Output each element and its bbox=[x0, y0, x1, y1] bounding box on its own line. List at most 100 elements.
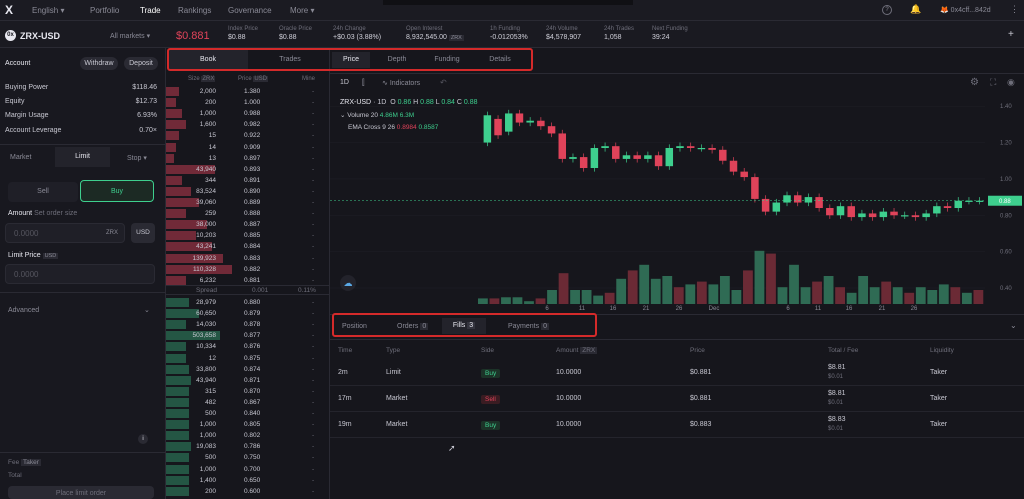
volume-bar bbox=[915, 287, 926, 304]
bid-row[interactable]: 503,658 0.877 - bbox=[166, 331, 330, 341]
bid-row[interactable]: 12 0.875 - bbox=[166, 353, 330, 363]
ask-price: 0.884 bbox=[244, 243, 261, 251]
bid-row[interactable]: 43,940 0.871 - bbox=[166, 375, 330, 385]
bid-row[interactable]: 315 0.870 - bbox=[166, 386, 330, 396]
cloud-icon[interactable]: ☁ bbox=[340, 275, 356, 291]
bid-row[interactable]: 1,000 0.805 - bbox=[166, 420, 330, 430]
ask-row[interactable]: 13 0.897 - bbox=[166, 153, 330, 163]
nav-governance[interactable]: Governance bbox=[228, 6, 272, 15]
notification-icon[interactable]: 🔔 bbox=[910, 4, 921, 15]
ask-row[interactable]: 344 0.891 - bbox=[166, 175, 330, 185]
sell-toggle[interactable]: Sell bbox=[8, 182, 78, 202]
fill-liquidity: Taker bbox=[930, 369, 948, 376]
volume-bar bbox=[961, 292, 972, 304]
ask-row[interactable]: 139,923 0.883 - bbox=[166, 253, 330, 263]
ask-row[interactable]: 15 0.922 - bbox=[166, 131, 330, 141]
bid-row[interactable]: 60,650 0.879 - bbox=[166, 309, 330, 319]
bid-row[interactable]: 1,400 0.650 - bbox=[166, 475, 330, 485]
bid-row[interactable]: 482 0.867 - bbox=[166, 397, 330, 407]
market-name[interactable]: ZRX-USD bbox=[20, 31, 60, 41]
bid-row[interactable]: 500 0.750 - bbox=[166, 453, 330, 463]
ask-depth-bar bbox=[166, 131, 180, 141]
menu-icon[interactable]: ⋮ bbox=[1010, 4, 1019, 15]
ask-mine: - bbox=[312, 210, 315, 218]
ask-row[interactable]: 1,600 0.982 - bbox=[166, 120, 330, 130]
ask-size: 259 bbox=[205, 210, 216, 218]
ask-row[interactable]: 200 1.000 - bbox=[166, 98, 330, 108]
amount-input[interactable]: 0.0000 ZRX bbox=[5, 223, 125, 243]
nav-rankings[interactable]: Rankings bbox=[178, 6, 211, 15]
ask-depth-bar bbox=[166, 98, 176, 108]
bid-row[interactable]: 19,083 0.786 - bbox=[166, 442, 330, 452]
tab-stop[interactable]: Stop ▾ bbox=[127, 154, 147, 162]
y-tick-label: 1.20 bbox=[1000, 141, 1012, 147]
candle bbox=[665, 148, 674, 167]
ask-row[interactable]: 10,203 0.885 - bbox=[166, 231, 330, 241]
info-icon[interactable]: i bbox=[138, 434, 148, 444]
ask-row[interactable]: 2,000 1.380 - bbox=[166, 87, 330, 97]
bid-row[interactable]: 33,800 0.874 - bbox=[166, 364, 330, 374]
volume-bar bbox=[616, 278, 627, 304]
buy-toggle[interactable]: Buy bbox=[80, 180, 154, 202]
fill-amount: 10.0000 bbox=[556, 369, 582, 376]
ask-price: 0.889 bbox=[244, 199, 261, 206]
mark-price: $0.881 bbox=[176, 30, 210, 42]
nav-more[interactable]: More ▾ bbox=[290, 6, 314, 15]
candle bbox=[537, 120, 545, 127]
chevron-down-icon[interactable]: ⌄ bbox=[144, 306, 150, 314]
withdraw-button[interactable]: Withdraw bbox=[80, 57, 118, 70]
bid-mine: - bbox=[312, 321, 315, 329]
account-button[interactable]: 🦊 0x4cff...842d bbox=[940, 6, 991, 14]
logo-icon[interactable]: X bbox=[5, 3, 13, 17]
ask-depth-bar bbox=[166, 175, 183, 185]
limit-price-input[interactable]: 0.0000 bbox=[5, 264, 155, 284]
bid-depth-bar bbox=[166, 320, 186, 330]
ask-row[interactable]: 43,940 0.893 - bbox=[166, 164, 330, 174]
market-icon: 0x bbox=[5, 30, 16, 41]
bid-mine: - bbox=[312, 487, 315, 495]
stat-next-funding: Next Funding 39:24 bbox=[652, 26, 688, 41]
tab-limit[interactable]: Limit bbox=[55, 147, 110, 167]
fill-row[interactable]: 2m Limit Buy 10.0000 $0.881 $8.81 $0.01 Taker bbox=[330, 361, 1024, 386]
bid-row[interactable]: 10,334 0.876 - bbox=[166, 342, 330, 352]
fill-row[interactable]: 17m Market Sell 10.0000 $0.881 $8.81 $0.01 Take… bbox=[330, 387, 1024, 412]
bid-row[interactable]: 28,979 0.880 - bbox=[166, 298, 330, 308]
ask-row[interactable]: 43,241 0.884 - bbox=[166, 242, 330, 252]
ask-row[interactable]: 110,328 0.882 - bbox=[166, 264, 330, 274]
y-tick-label: 0.80 bbox=[1000, 213, 1012, 219]
ask-price: 0.887 bbox=[244, 221, 261, 229]
ask-mine: - bbox=[312, 276, 315, 284]
bid-row[interactable]: 500 0.840 - bbox=[166, 409, 330, 419]
nav-portfolio[interactable]: Portfolio bbox=[90, 6, 119, 15]
order-panel: Account Withdraw Deposit Buying Power $11… bbox=[0, 48, 166, 499]
ask-row[interactable]: 6,232 0.881 - bbox=[166, 275, 330, 285]
volume-bar bbox=[547, 290, 557, 304]
bid-mine: - bbox=[312, 354, 315, 362]
ask-row[interactable]: 14 0.909 - bbox=[166, 142, 330, 152]
all-markets-select[interactable]: All markets ▾ bbox=[110, 32, 150, 40]
ask-row[interactable]: 259 0.888 - bbox=[166, 209, 330, 219]
tab-market[interactable]: Market bbox=[10, 154, 31, 161]
ask-row[interactable]: 39,060 0.889 - bbox=[166, 198, 330, 208]
bid-row[interactable]: 14,030 0.878 - bbox=[166, 320, 330, 330]
bid-row[interactable]: 1,000 0.802 - bbox=[166, 431, 330, 441]
nav-trade[interactable]: Trade bbox=[140, 6, 161, 15]
add-icon[interactable]: + bbox=[1008, 29, 1014, 40]
deposit-button[interactable]: Deposit bbox=[124, 57, 158, 70]
language-select[interactable]: English ▾ bbox=[32, 6, 65, 15]
collapse-icon[interactable]: ⌄ bbox=[1010, 321, 1017, 330]
place-order-button[interactable]: Place limit order bbox=[8, 486, 154, 499]
ask-row[interactable]: 83,524 0.890 - bbox=[166, 186, 330, 196]
bid-row[interactable]: 1,000 0.700 - bbox=[166, 464, 330, 474]
advanced-toggle[interactable]: Advanced bbox=[8, 307, 39, 314]
price-chart-panel: Price Depth Funding Details 1D ⫿ ∿ Indic… bbox=[330, 48, 1024, 314]
bid-row[interactable]: 200 0.600 - bbox=[166, 486, 330, 496]
ask-size: 6,232 bbox=[199, 276, 216, 284]
usd-toggle[interactable]: USD bbox=[131, 223, 155, 243]
help-icon[interactable]: ? bbox=[882, 5, 892, 15]
ask-row[interactable]: 1,000 0.988 - bbox=[166, 109, 330, 119]
bid-size: 1,000 bbox=[199, 421, 216, 429]
fill-row[interactable]: 19m Market Buy 10.0000 $0.883 $8.83 $0.01 Taker bbox=[330, 413, 1024, 438]
ask-row[interactable]: 38,000 0.887 - bbox=[166, 220, 330, 230]
candlestick-chart[interactable]: 1.40 1.20 1.00 0.80 0.60 0.40 0.88 6 11 16 21 26 Dec… bbox=[330, 74, 1024, 314]
